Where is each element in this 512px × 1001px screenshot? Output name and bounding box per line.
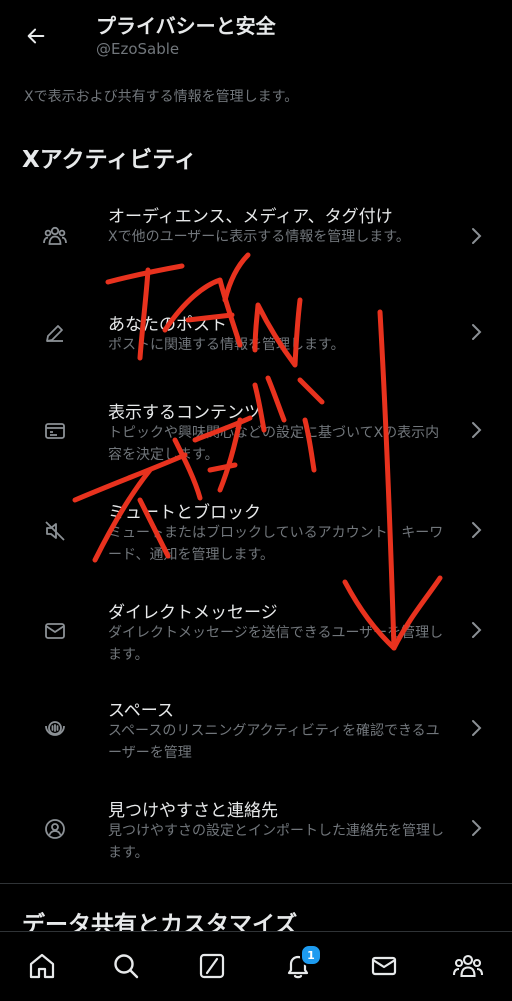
chevron-right-icon: [466, 718, 486, 738]
settings-item-content-you-see[interactable]: 表示するコンテンツ トピックや興味関心などの設定に基づいてXの表示内容を決定しま…: [0, 386, 512, 482]
item-label: あなたのポスト: [108, 315, 227, 335]
people-icon: [40, 221, 70, 251]
envelope-icon: [40, 616, 70, 646]
item-label: 見つけやすさと連絡先: [108, 801, 278, 821]
chevron-right-icon: [466, 520, 486, 540]
chevron-right-icon: [466, 620, 486, 640]
home-icon: [29, 953, 55, 979]
mute-icon: [40, 516, 70, 546]
section-title-activity: Xアクティビティ: [22, 147, 197, 173]
item-description: ダイレクトメッセージを送信できるユーザーを管理します。: [108, 625, 444, 663]
page-description: Xで表示および共有する情報を管理します。: [24, 89, 299, 105]
item-label: ダイレクトメッセージ: [108, 603, 278, 623]
item-label: オーディエンス、メディア、タグ付け: [108, 207, 393, 227]
item-description: トピックや興味関心などの設定に基づいてXの表示内容を決定します。: [108, 425, 440, 463]
home-button[interactable]: [22, 946, 62, 986]
content-icon: [40, 416, 70, 446]
back-button[interactable]: [18, 18, 54, 54]
spaces-icon: [40, 714, 70, 744]
chevron-right-icon: [466, 322, 486, 342]
bottom-nav: 1: [0, 931, 512, 1001]
user-handle: @EzoSable: [96, 40, 180, 58]
notifications-button[interactable]: 1: [278, 944, 322, 986]
settings-item-direct-messages[interactable]: ダイレクトメッセージ ダイレクトメッセージを送信できるユーザーを管理します。: [0, 586, 512, 682]
messages-button[interactable]: [364, 946, 404, 986]
page-title: プライバシーと安全: [96, 14, 276, 38]
item-description: ミュートまたはブロックしているアカウント、キーワード、通知を管理します。: [108, 525, 444, 563]
chevron-right-icon: [466, 818, 486, 838]
settings-item-discoverability[interactable]: 見つけやすさと連絡先 見つけやすさの設定とインポートした連絡先を管理します。: [0, 786, 512, 882]
item-description: スペースのリスニングアクティビティを確認できるユーザーを管理: [108, 723, 440, 761]
compose-icon: [199, 953, 225, 979]
communities-button[interactable]: [448, 946, 488, 986]
search-button[interactable]: [106, 946, 146, 986]
item-label: スペース: [108, 701, 174, 721]
item-description: ポストに関連する情報を管理します。: [108, 337, 345, 353]
contacts-icon: [40, 814, 70, 844]
item-description: Xで他のユーザーに表示する情報を管理します。: [108, 229, 410, 245]
pencil-icon: [40, 318, 70, 348]
notification-badge: 1: [300, 944, 322, 966]
settings-item-your-posts[interactable]: あなたのポスト ポストに関連する情報を管理します。: [0, 286, 512, 382]
grok-button[interactable]: [192, 946, 232, 986]
item-label: ミュートとブロック: [108, 503, 261, 523]
chevron-right-icon: [466, 226, 486, 246]
search-icon: [114, 954, 139, 979]
section-divider: [0, 883, 512, 884]
settings-item-audience[interactable]: オーディエンス、メディア、タグ付け Xで他のユーザーに表示する情報を管理します。: [0, 190, 512, 286]
mail-icon: [371, 956, 397, 976]
communities-icon: [452, 954, 484, 978]
item-description: 見つけやすさの設定とインポートした連絡先を管理します。: [108, 823, 444, 861]
arrow-left-icon: [27, 28, 45, 44]
settings-item-mute-block[interactable]: ミュートとブロック ミュートまたはブロックしているアカウント、キーワード、通知を…: [0, 486, 512, 582]
settings-item-spaces[interactable]: スペース スペースのリスニングアクティビティを確認できるユーザーを管理: [0, 686, 512, 782]
header: プライバシーと安全 @EzoSable: [0, 0, 512, 72]
item-label: 表示するコンテンツ: [108, 403, 261, 423]
chevron-right-icon: [466, 420, 486, 440]
